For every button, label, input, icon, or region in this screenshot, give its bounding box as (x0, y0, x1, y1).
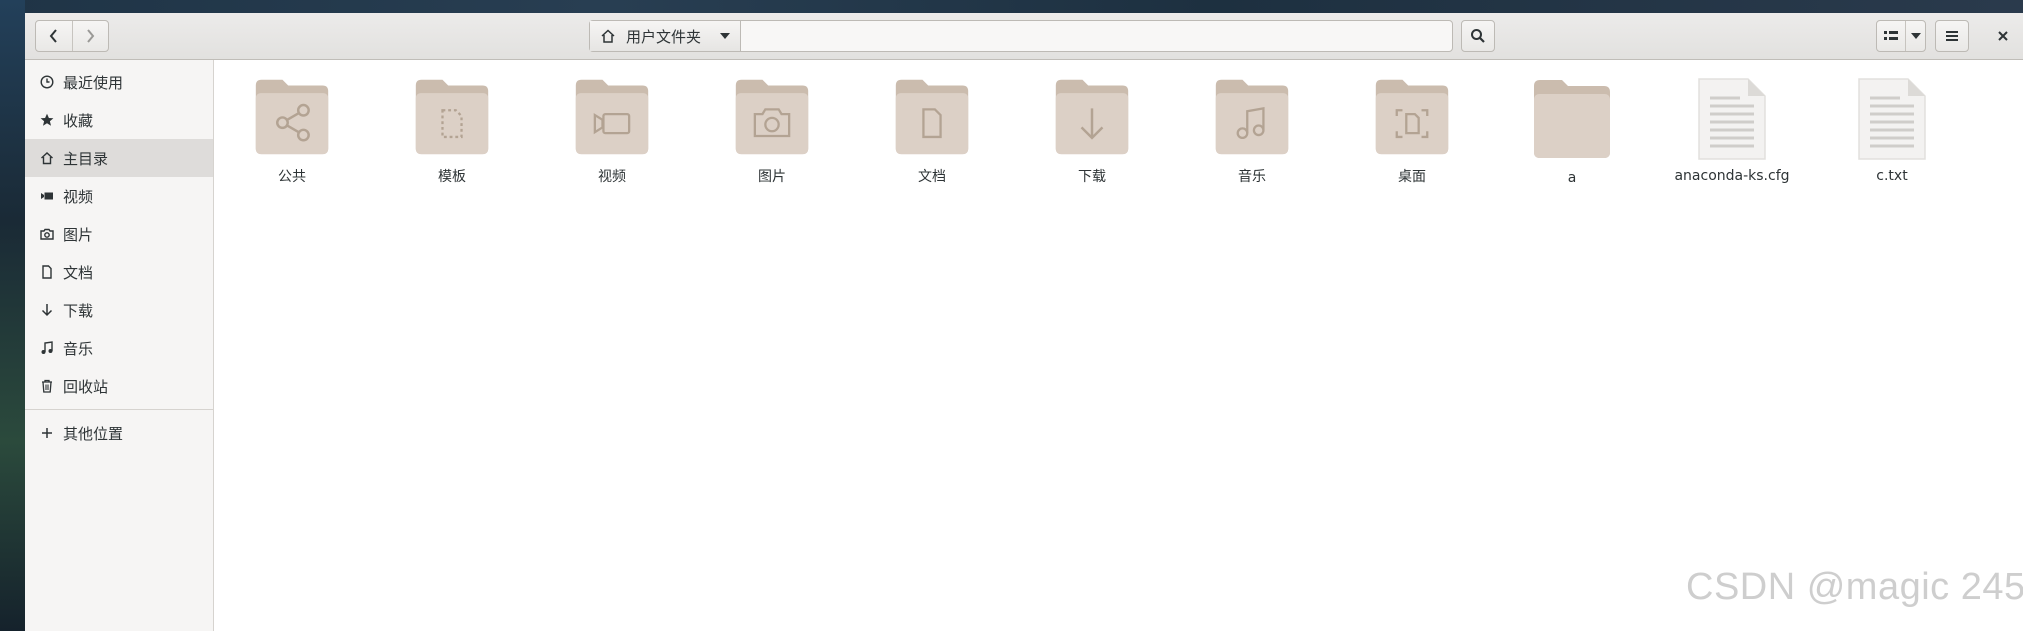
file-name: 视频 (598, 169, 626, 185)
sidebar-item-label: 图片 (63, 225, 94, 244)
file-view: 公共 模板 视频 图片 文档 下载 音乐 桌面 a anaconda-ks.cf… (214, 60, 2023, 631)
file-item[interactable]: 桌面 (1352, 76, 1472, 186)
file-item[interactable]: c.txt (1832, 76, 1952, 186)
sidebar-item-label: 收藏 (63, 111, 94, 130)
chevron-down-icon (1910, 32, 1921, 39)
chevron-right-icon (87, 29, 95, 43)
folder-video-icon (575, 79, 649, 155)
chevron-left-icon (49, 29, 57, 43)
file-name: 公共 (278, 169, 306, 185)
sidebar-item-other-locations[interactable]: 其他位置 (25, 414, 213, 452)
folder-icon (1534, 80, 1610, 158)
view-list-icon (1884, 31, 1899, 40)
text-file-icon (1858, 78, 1926, 160)
plus-icon (39, 425, 55, 441)
file-name: a (1567, 170, 1577, 186)
music-icon (39, 340, 55, 356)
sidebar-item-label: 下载 (63, 301, 94, 320)
sidebar-item-starred[interactable]: 收藏 (25, 101, 213, 139)
document-icon (39, 264, 55, 280)
list-view-button[interactable] (1877, 21, 1905, 51)
home-icon (601, 29, 615, 43)
folder-pictures-icon (735, 79, 809, 155)
file-name: 下载 (1078, 169, 1106, 185)
sidebar-item-home[interactable]: 主目录 (25, 139, 213, 177)
path-empty-area (741, 21, 1452, 51)
search-icon (1471, 29, 1485, 43)
main-menu-button[interactable] (1935, 20, 1969, 52)
file-name: c.txt (1876, 168, 1908, 184)
download-icon (39, 302, 55, 318)
file-name: 桌面 (1398, 169, 1426, 185)
folder-documents-icon (895, 79, 969, 155)
places-sidebar: 最近使用 收藏 主目录 视频 图片 文档 下载 音乐 回收站 其他位置 (25, 60, 214, 631)
file-item[interactable]: anaconda-ks.cfg (1672, 76, 1792, 186)
path-home-button[interactable]: 用户文件夹 (590, 21, 741, 51)
folder-music-icon (1215, 79, 1289, 155)
sidebar-item-documents[interactable]: 文档 (25, 253, 213, 291)
folder-template-icon (415, 79, 489, 155)
view-mode-buttons (1876, 20, 1926, 52)
sidebar-item-label: 回收站 (63, 377, 109, 396)
sidebar-item-label: 文档 (63, 263, 94, 282)
file-name: 音乐 (1238, 169, 1266, 185)
close-window-button[interactable] (1991, 20, 2015, 52)
folder-downloads-icon (1055, 79, 1129, 155)
desktop-background (0, 0, 25, 631)
path-location-label: 用户文件夹 (626, 27, 702, 46)
file-name: 模板 (438, 169, 466, 185)
sidebar-item-downloads[interactable]: 下载 (25, 291, 213, 329)
sidebar-item-label: 音乐 (63, 339, 94, 358)
file-item[interactable]: 图片 (712, 76, 832, 186)
file-item[interactable]: 视频 (552, 76, 672, 186)
trash-icon (39, 378, 55, 394)
file-manager-window: 用户文件夹 最近使用 收藏 主目录 视频 图片 文档 下载 音乐 回收站 其他位… (25, 13, 2023, 631)
sidebar-item-label: 其他位置 (63, 424, 124, 443)
header-bar: 用户文件夹 (25, 13, 2023, 60)
path-bar: 用户文件夹 (589, 20, 1453, 52)
sidebar-separator (25, 409, 213, 410)
folder-share-icon (255, 79, 329, 155)
chevron-down-icon (720, 33, 731, 39)
file-item[interactable]: 公共 (232, 76, 352, 186)
file-item[interactable]: 模板 (392, 76, 512, 186)
watermark-text: CSDN @magic 245 (1686, 566, 2023, 608)
hamburger-menu-icon (1946, 31, 1958, 41)
sidebar-item-pictures[interactable]: 图片 (25, 215, 213, 253)
view-options-button[interactable] (1905, 21, 1925, 51)
sidebar-item-videos[interactable]: 视频 (25, 177, 213, 215)
sidebar-item-label: 视频 (63, 187, 94, 206)
file-name: 文档 (918, 169, 946, 185)
camera-icon (39, 226, 55, 242)
clock-icon (39, 74, 55, 90)
forward-button[interactable] (71, 21, 109, 51)
file-name: anaconda-ks.cfg (1674, 168, 1790, 184)
file-name: 图片 (758, 169, 786, 185)
sidebar-item-label: 最近使用 (63, 73, 124, 92)
sidebar-item-music[interactable]: 音乐 (25, 329, 213, 367)
navigation-buttons (35, 20, 109, 52)
file-item[interactable]: 音乐 (1192, 76, 1312, 186)
sidebar-item-recent[interactable]: 最近使用 (25, 63, 213, 101)
video-icon (39, 188, 55, 204)
star-icon (39, 112, 55, 128)
file-item[interactable]: 文档 (872, 76, 992, 186)
home-icon (39, 150, 55, 166)
sidebar-item-trash[interactable]: 回收站 (25, 367, 213, 405)
text-file-icon (1698, 78, 1766, 160)
search-button[interactable] (1461, 20, 1495, 52)
back-button[interactable] (36, 21, 72, 51)
close-icon (1998, 31, 2008, 41)
folder-desktop-icon (1375, 79, 1449, 155)
sidebar-item-label: 主目录 (63, 149, 109, 168)
file-item[interactable]: a (1512, 76, 1632, 186)
desktop-background-top (0, 0, 2023, 13)
file-item[interactable]: 下载 (1032, 76, 1152, 186)
